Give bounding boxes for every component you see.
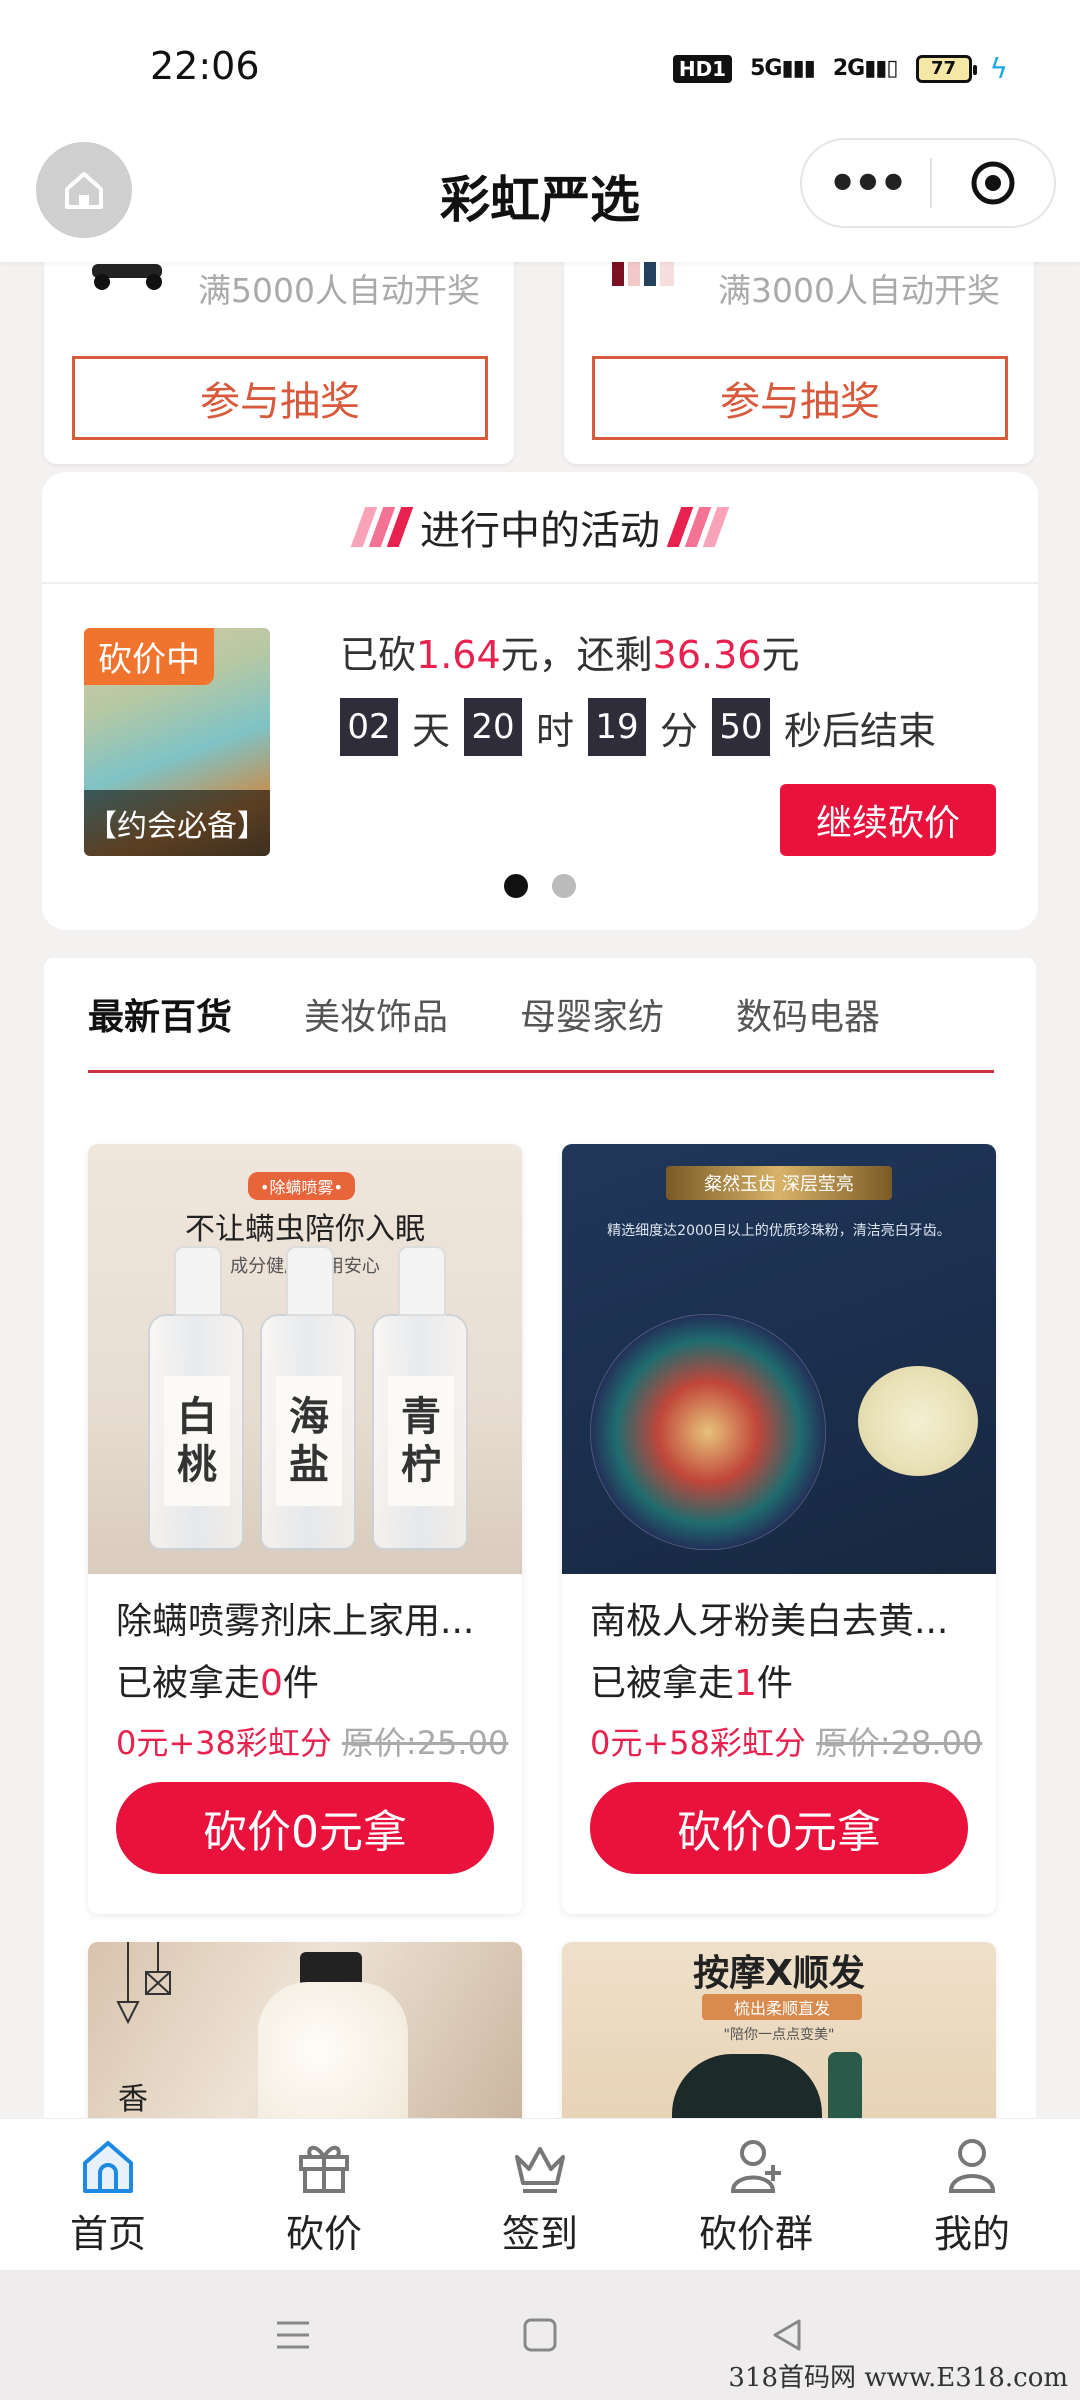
product-card[interactable]: •除螨喷雾• 不让螨虫陪你入眠 成分健康 使用安心 白桃 海盐 青柠 除螨喷雾剂… <box>88 1144 522 1914</box>
product-card[interactable]: 粲然玉齿 深层莹亮 精选细度达2000目以上的优质珍珠粉，清洁亮白牙齿。 南极人… <box>562 1144 996 1914</box>
tab-label: 砍价群 <box>698 2212 813 2256</box>
lottery-card: 满5000人自动开奖 参与抽奖 <box>44 262 514 464</box>
home-icon <box>83 2141 133 2193</box>
tooth-powder-tin-image <box>590 1314 826 1550</box>
activity-header: 进行中的活动 <box>42 472 1038 584</box>
countdown-minutes: 19 <box>588 698 647 756</box>
spray-bottle-image: 白桃 <box>148 1246 244 1550</box>
target-icon <box>971 161 1015 205</box>
countdown-hours: 20 <box>464 698 523 756</box>
status-icons: HD1 5G▮▮▮ 2G▮▮▯ 77 ϟ <box>672 52 1008 85</box>
add-user-icon <box>730 2140 781 2193</box>
scooter-image <box>92 264 162 290</box>
remain-amount: 36.36 <box>652 633 762 677</box>
bargain-free-button[interactable]: 砍价0元拿 <box>590 1782 968 1874</box>
decor-stripes-icon <box>350 507 414 547</box>
countdown-seconds: 50 <box>712 698 771 756</box>
tab-bargain-group[interactable]: 砍价群 <box>648 2119 864 2270</box>
product-image <box>612 262 674 286</box>
category-tabs: 最新百货 美妆饰品 母婴家纺 数码电器 <box>88 988 952 1048</box>
status-bar: 22:06 HD1 5G▮▮▮ 2G▮▮▯ 77 ϟ <box>0 0 1080 130</box>
countdown-timer: 02 天 20 时 19 分 50 秒后结束 <box>340 698 936 756</box>
tab-beauty[interactable]: 美妆饰品 <box>304 988 520 1048</box>
more-icon: ••• <box>827 156 908 210</box>
battery-icon: 77 <box>915 54 977 83</box>
bottom-tab-bar: 首页 砍价 签到 砍价群 我的 <box>0 2118 1080 2270</box>
charging-icon: ϟ <box>989 52 1008 85</box>
product-title: 除螨喷雾剂床上家用... <box>116 1601 475 1642</box>
signal-2g-icon: 2G▮▮▯ <box>832 56 899 81</box>
carousel-dot[interactable] <box>552 874 576 898</box>
tab-electronics[interactable]: 数码电器 <box>736 988 952 1048</box>
taken-count: 已被拿走0件 <box>116 1663 319 1704</box>
product-title: 南极人牙粉美白去黄... <box>590 1601 949 1642</box>
activity-title: 进行中的活动 <box>420 508 660 554</box>
product-image[interactable]: 香 <box>88 1942 522 2142</box>
tab-mine[interactable]: 我的 <box>864 2119 1080 2270</box>
hd-icon: HD1 <box>672 54 733 83</box>
product-image[interactable]: 粲然玉齿 深层莹亮 精选细度达2000目以上的优质珍珠粉，清洁亮白牙齿。 <box>562 1144 996 1574</box>
tab-label: 首页 <box>69 2212 146 2256</box>
spray-bottle-image: 海盐 <box>260 1246 356 1550</box>
more-menu-button[interactable]: ••• <box>802 160 930 206</box>
watermark-text: 318首码网 www.E318.com <box>728 2363 1068 2393</box>
product-price: 0元+58彩虹分 原价:28.00 <box>590 1724 983 1762</box>
tab-home[interactable]: 首页 <box>0 2119 216 2270</box>
bargaining-tag: 砍价中 <box>84 628 214 685</box>
menu-icon[interactable] <box>273 2315 313 2355</box>
join-lottery-button[interactable]: 参与抽奖 <box>72 356 488 440</box>
home-square-icon[interactable] <box>520 2315 560 2355</box>
join-lottery-button[interactable]: 参与抽奖 <box>592 356 1008 440</box>
spray-bottle-image: 青柠 <box>372 1246 468 1550</box>
bargain-product-image[interactable]: 砍价中 【约会必备】 <box>84 628 270 856</box>
product-card[interactable]: 香 <box>88 1942 522 2142</box>
carousel-indicator <box>42 874 1038 898</box>
bargain-status: 已砍1.64元，还剩36.36元 <box>340 633 800 677</box>
status-time: 22:06 <box>150 44 260 88</box>
lottery-card: 满3000人自动开奖 参与抽奖 <box>564 262 1034 464</box>
product-card[interactable]: 按摩X顺发 梳出柔顺直发 "陪你一点点变美" <box>562 1942 996 2142</box>
tab-checkin[interactable]: 签到 <box>432 2119 648 2270</box>
tab-baby-home[interactable]: 母婴家纺 <box>520 988 736 1048</box>
nav-header: 彩虹严选 ••• <box>0 130 1080 262</box>
product-image[interactable]: 按摩X顺发 梳出柔顺直发 "陪你一点点变美" <box>562 1942 996 2142</box>
miniapp-capsule: ••• <box>800 138 1056 228</box>
continue-bargain-button[interactable]: 继续砍价 <box>780 784 996 856</box>
countdown-days: 02 <box>340 698 398 756</box>
tab-daily-goods[interactable]: 最新百货 <box>88 988 304 1048</box>
tab-label: 我的 <box>933 2212 1010 2256</box>
cut-amount: 1.64 <box>416 633 501 677</box>
bargain-caption: 【约会必备】 <box>84 790 270 856</box>
decor-stripes-icon <box>666 507 730 547</box>
product-image[interactable]: •除螨喷雾• 不让螨虫陪你入眠 成分健康 使用安心 白桃 海盐 青柠 <box>88 1144 522 1574</box>
pendant-lamp-icon <box>116 1942 171 2025</box>
lottery-condition: 满3000人自动开奖 <box>718 271 1000 310</box>
product-section: 最新百货 美妆饰品 母婴家纺 数码电器 •除螨喷雾• 不让螨虫陪你入眠 成分健康… <box>44 958 1036 2142</box>
original-price: 原价:25.00 <box>341 1724 509 1762</box>
crown-icon <box>515 2147 565 2193</box>
signal-5g-icon: 5G▮▮▮ <box>750 56 816 81</box>
tab-label: 砍价 <box>285 2212 362 2256</box>
close-miniapp-button[interactable] <box>932 158 1054 208</box>
tab-label: 签到 <box>501 2212 578 2256</box>
gift-icon <box>299 2145 349 2193</box>
lottery-condition: 满5000人自动开奖 <box>198 271 480 310</box>
bargain-free-button[interactable]: 砍价0元拿 <box>116 1782 494 1874</box>
powder-image <box>858 1366 978 1476</box>
tab-bargain[interactable]: 砍价 <box>216 2119 432 2270</box>
carousel-dot[interactable] <box>504 874 528 898</box>
ongoing-activity-panel: 进行中的活动 砍价中 【约会必备】 已砍1.64元，还剩36.36元 02 天 … <box>42 472 1038 930</box>
product-price: 0元+38彩虹分 原价:25.00 <box>116 1724 509 1762</box>
original-price: 原价:28.00 <box>815 1724 983 1762</box>
tab-underline <box>88 1070 994 1073</box>
user-icon <box>948 2139 996 2193</box>
back-icon[interactable] <box>767 2315 807 2355</box>
taken-count: 已被拿走1件 <box>590 1663 793 1704</box>
